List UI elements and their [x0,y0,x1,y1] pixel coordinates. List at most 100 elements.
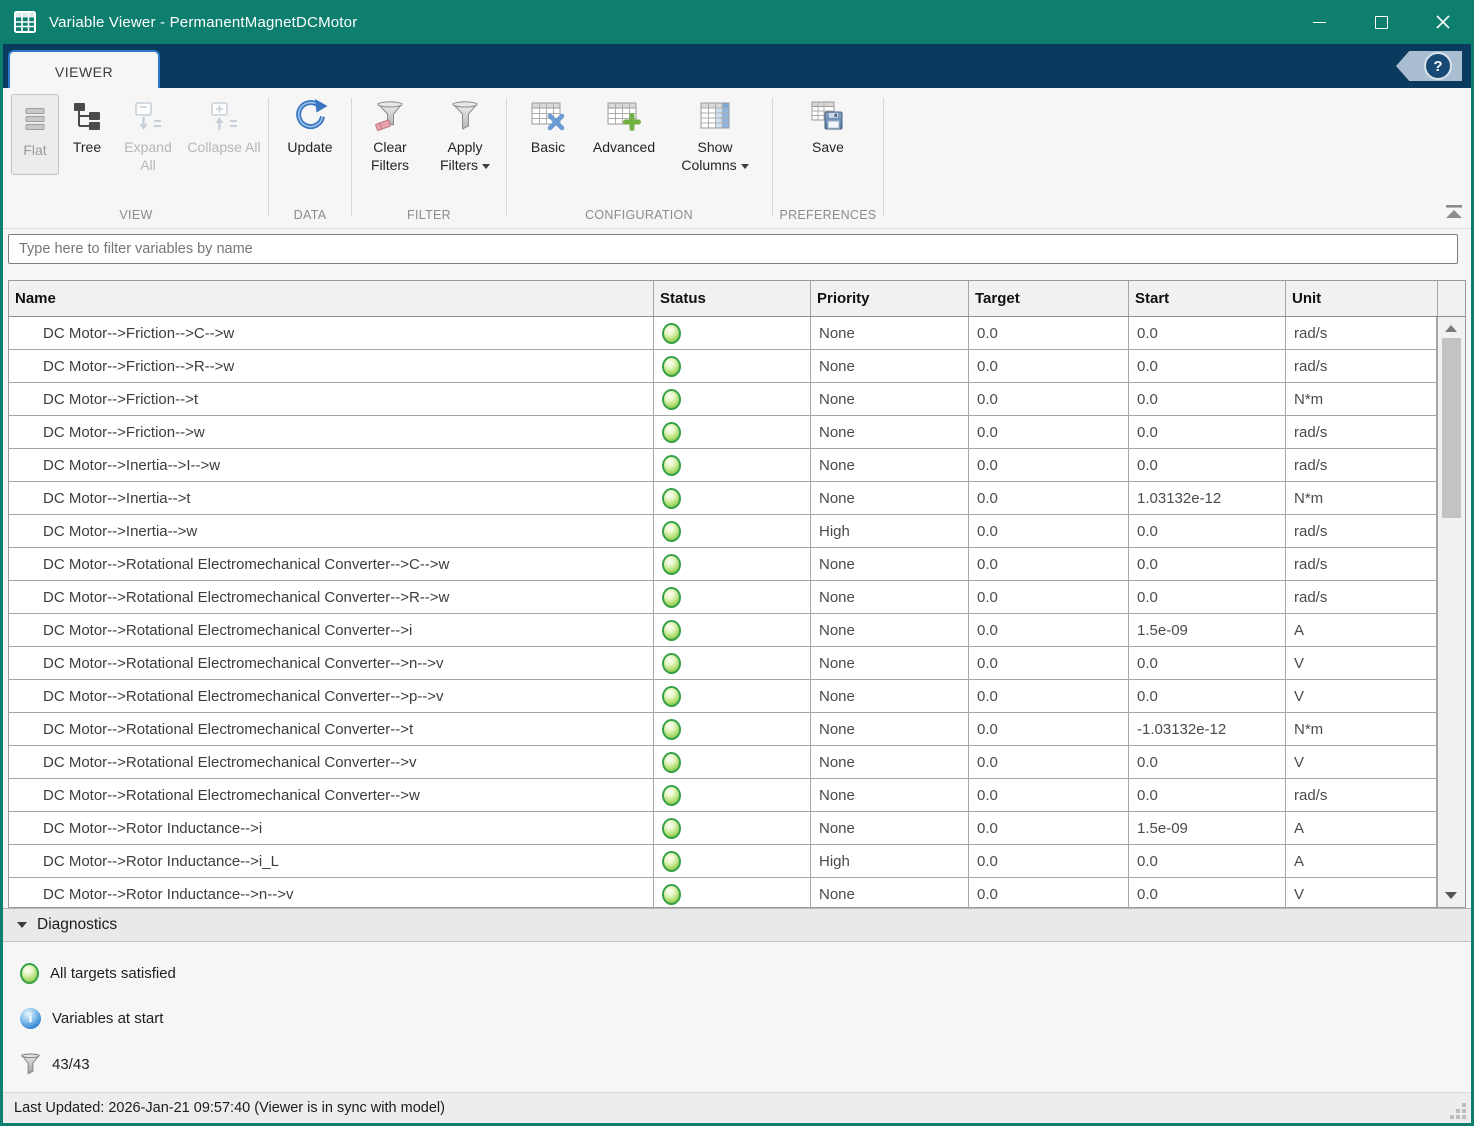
table-row[interactable]: DC Motor-->Rotor Inductance-->i_L High 0… [9,845,1437,878]
status-cell [654,449,811,481]
vertical-scrollbar[interactable] [1437,317,1465,907]
start-cell: 0.0 [1129,746,1286,778]
priority-cell: None [811,647,969,679]
group-label-data: DATA [271,208,349,222]
status-cell [654,680,811,712]
table-row[interactable]: DC Motor-->Rotor Inductance-->n-->v None… [9,878,1437,907]
diagnostic-item-filter-count: 43/43 [20,1053,90,1075]
target-cell: 0.0 [969,878,1129,907]
variable-name-cell: DC Motor-->Rotational Electromechanical … [9,680,654,712]
column-header-priority[interactable]: Priority [811,281,969,316]
basic-button[interactable]: Basic [523,88,573,175]
variable-name-cell: DC Motor-->Rotational Electromechanical … [9,779,654,811]
column-header-name[interactable]: Name [9,281,654,316]
start-cell: 0.0 [1129,647,1286,679]
tree-label: Tree [73,139,101,157]
start-cell: 0.0 [1129,350,1286,382]
ribbon-group-preferences: Save PREFERENCES [776,88,880,227]
table-row[interactable]: DC Motor-->Rotational Electromechanical … [9,647,1437,680]
unit-cell: N*m [1286,713,1437,745]
show-columns-button[interactable]: Show Columns [675,88,755,175]
ribbon-tab-band: VIEWER ? [0,44,1474,88]
diagnostics-header[interactable]: Diagnostics [3,908,1471,942]
variable-name-cell: DC Motor-->Rotational Electromechanical … [9,581,654,613]
variable-name-cell: DC Motor-->Friction-->C-->w [9,317,654,349]
priority-cell: None [811,779,969,811]
table-row[interactable]: DC Motor-->Friction-->w None 0.0 0.0 rad… [9,416,1437,449]
table-row[interactable]: DC Motor-->Rotational Electromechanical … [9,713,1437,746]
table-app-icon [14,11,36,33]
update-button[interactable]: Update [275,88,345,157]
tab-viewer[interactable]: VIEWER [8,50,160,92]
column-header-target[interactable]: Target [969,281,1129,316]
status-ok-icon [662,356,681,377]
collapse-ribbon-button[interactable] [1443,204,1465,220]
table-row[interactable]: DC Motor-->Rotational Electromechanical … [9,779,1437,812]
ribbon-separator [268,98,269,216]
variable-name-cell: DC Motor-->Rotor Inductance-->i_L [9,845,654,877]
status-cell [654,548,811,580]
start-cell: 0.0 [1129,449,1286,481]
clear-filters-button[interactable]: Clear Filters [360,88,420,175]
resize-grip[interactable] [1450,1103,1468,1121]
status-ok-icon [662,752,681,773]
table-row[interactable]: DC Motor-->Inertia-->t None 0.0 1.03132e… [9,482,1437,515]
help-button[interactable]: ? [1396,51,1462,81]
table-row[interactable]: DC Motor-->Rotational Electromechanical … [9,746,1437,779]
target-cell: 0.0 [969,515,1129,547]
collapse-all-icon [208,101,240,131]
expand-all-button[interactable]: Expand All [115,88,181,175]
column-header-start[interactable]: Start [1129,281,1286,316]
table-row[interactable]: DC Motor-->Rotational Electromechanical … [9,680,1437,713]
close-button[interactable] [1412,0,1474,44]
table-row[interactable]: DC Motor-->Rotational Electromechanical … [9,614,1437,647]
target-cell: 0.0 [969,614,1129,646]
column-header-status[interactable]: Status [654,281,811,316]
start-cell: 1.03132e-12 [1129,482,1286,514]
target-cell: 0.0 [969,746,1129,778]
apply-filters-button[interactable]: Apply Filters [432,88,498,175]
table-row[interactable]: DC Motor-->Friction-->C-->w None 0.0 0.0… [9,317,1437,350]
flat-button[interactable]: Flat [11,94,59,175]
table-row[interactable]: DC Motor-->Rotational Electromechanical … [9,548,1437,581]
column-header-unit[interactable]: Unit [1286,281,1438,316]
priority-cell: None [811,317,969,349]
status-ok-icon [662,653,681,674]
close-icon [1436,15,1450,29]
filter-icon [20,1053,41,1075]
minimize-icon [1313,22,1326,23]
scroll-down-icon[interactable] [1445,892,1457,899]
table-row[interactable]: DC Motor-->Rotor Inductance-->i None 0.0… [9,812,1437,845]
priority-cell: None [811,416,969,448]
minimize-button[interactable] [1288,0,1350,44]
status-cell [654,779,811,811]
table-row[interactable]: DC Motor-->Friction-->t None 0.0 0.0 N*m [9,383,1437,416]
window-title: Variable Viewer - PermanentMagnetDCMotor [49,14,357,31]
table-row[interactable]: DC Motor-->Inertia-->I-->w None 0.0 0.0 … [9,449,1437,482]
scroll-up-icon[interactable] [1445,325,1457,332]
scrollbar-thumb[interactable] [1442,338,1461,518]
table-row[interactable]: DC Motor-->Rotational Electromechanical … [9,581,1437,614]
variable-name-cell: DC Motor-->Friction-->w [9,416,654,448]
status-ok-icon [662,488,681,509]
collapse-all-button[interactable]: Collapse All [187,88,261,175]
flat-list-icon [21,106,49,132]
show-columns-label: Show Columns [675,139,755,175]
table-row[interactable]: DC Motor-->Friction-->R-->w None 0.0 0.0… [9,350,1437,383]
status-bar: Last Updated: 2026-Jan-21 09:57:40 (View… [3,1092,1471,1123]
save-button[interactable]: Save [796,88,860,157]
table-row[interactable]: DC Motor-->Inertia-->w High 0.0 0.0 rad/… [9,515,1437,548]
save-label: Save [812,139,844,157]
tree-button[interactable]: Tree [65,88,109,175]
ribbon-group-view: Flat Tree [7,88,265,227]
priority-cell: None [811,614,969,646]
collapse-all-label: Collapse All [187,139,260,157]
advanced-button[interactable]: Advanced [583,88,665,175]
variable-filter-input[interactable] [8,234,1458,264]
target-cell: 0.0 [969,449,1129,481]
unit-cell: V [1286,647,1437,679]
unit-cell: rad/s [1286,581,1437,613]
maximize-button[interactable] [1350,0,1412,44]
priority-cell: None [811,878,969,907]
group-label-view: VIEW [7,208,265,222]
